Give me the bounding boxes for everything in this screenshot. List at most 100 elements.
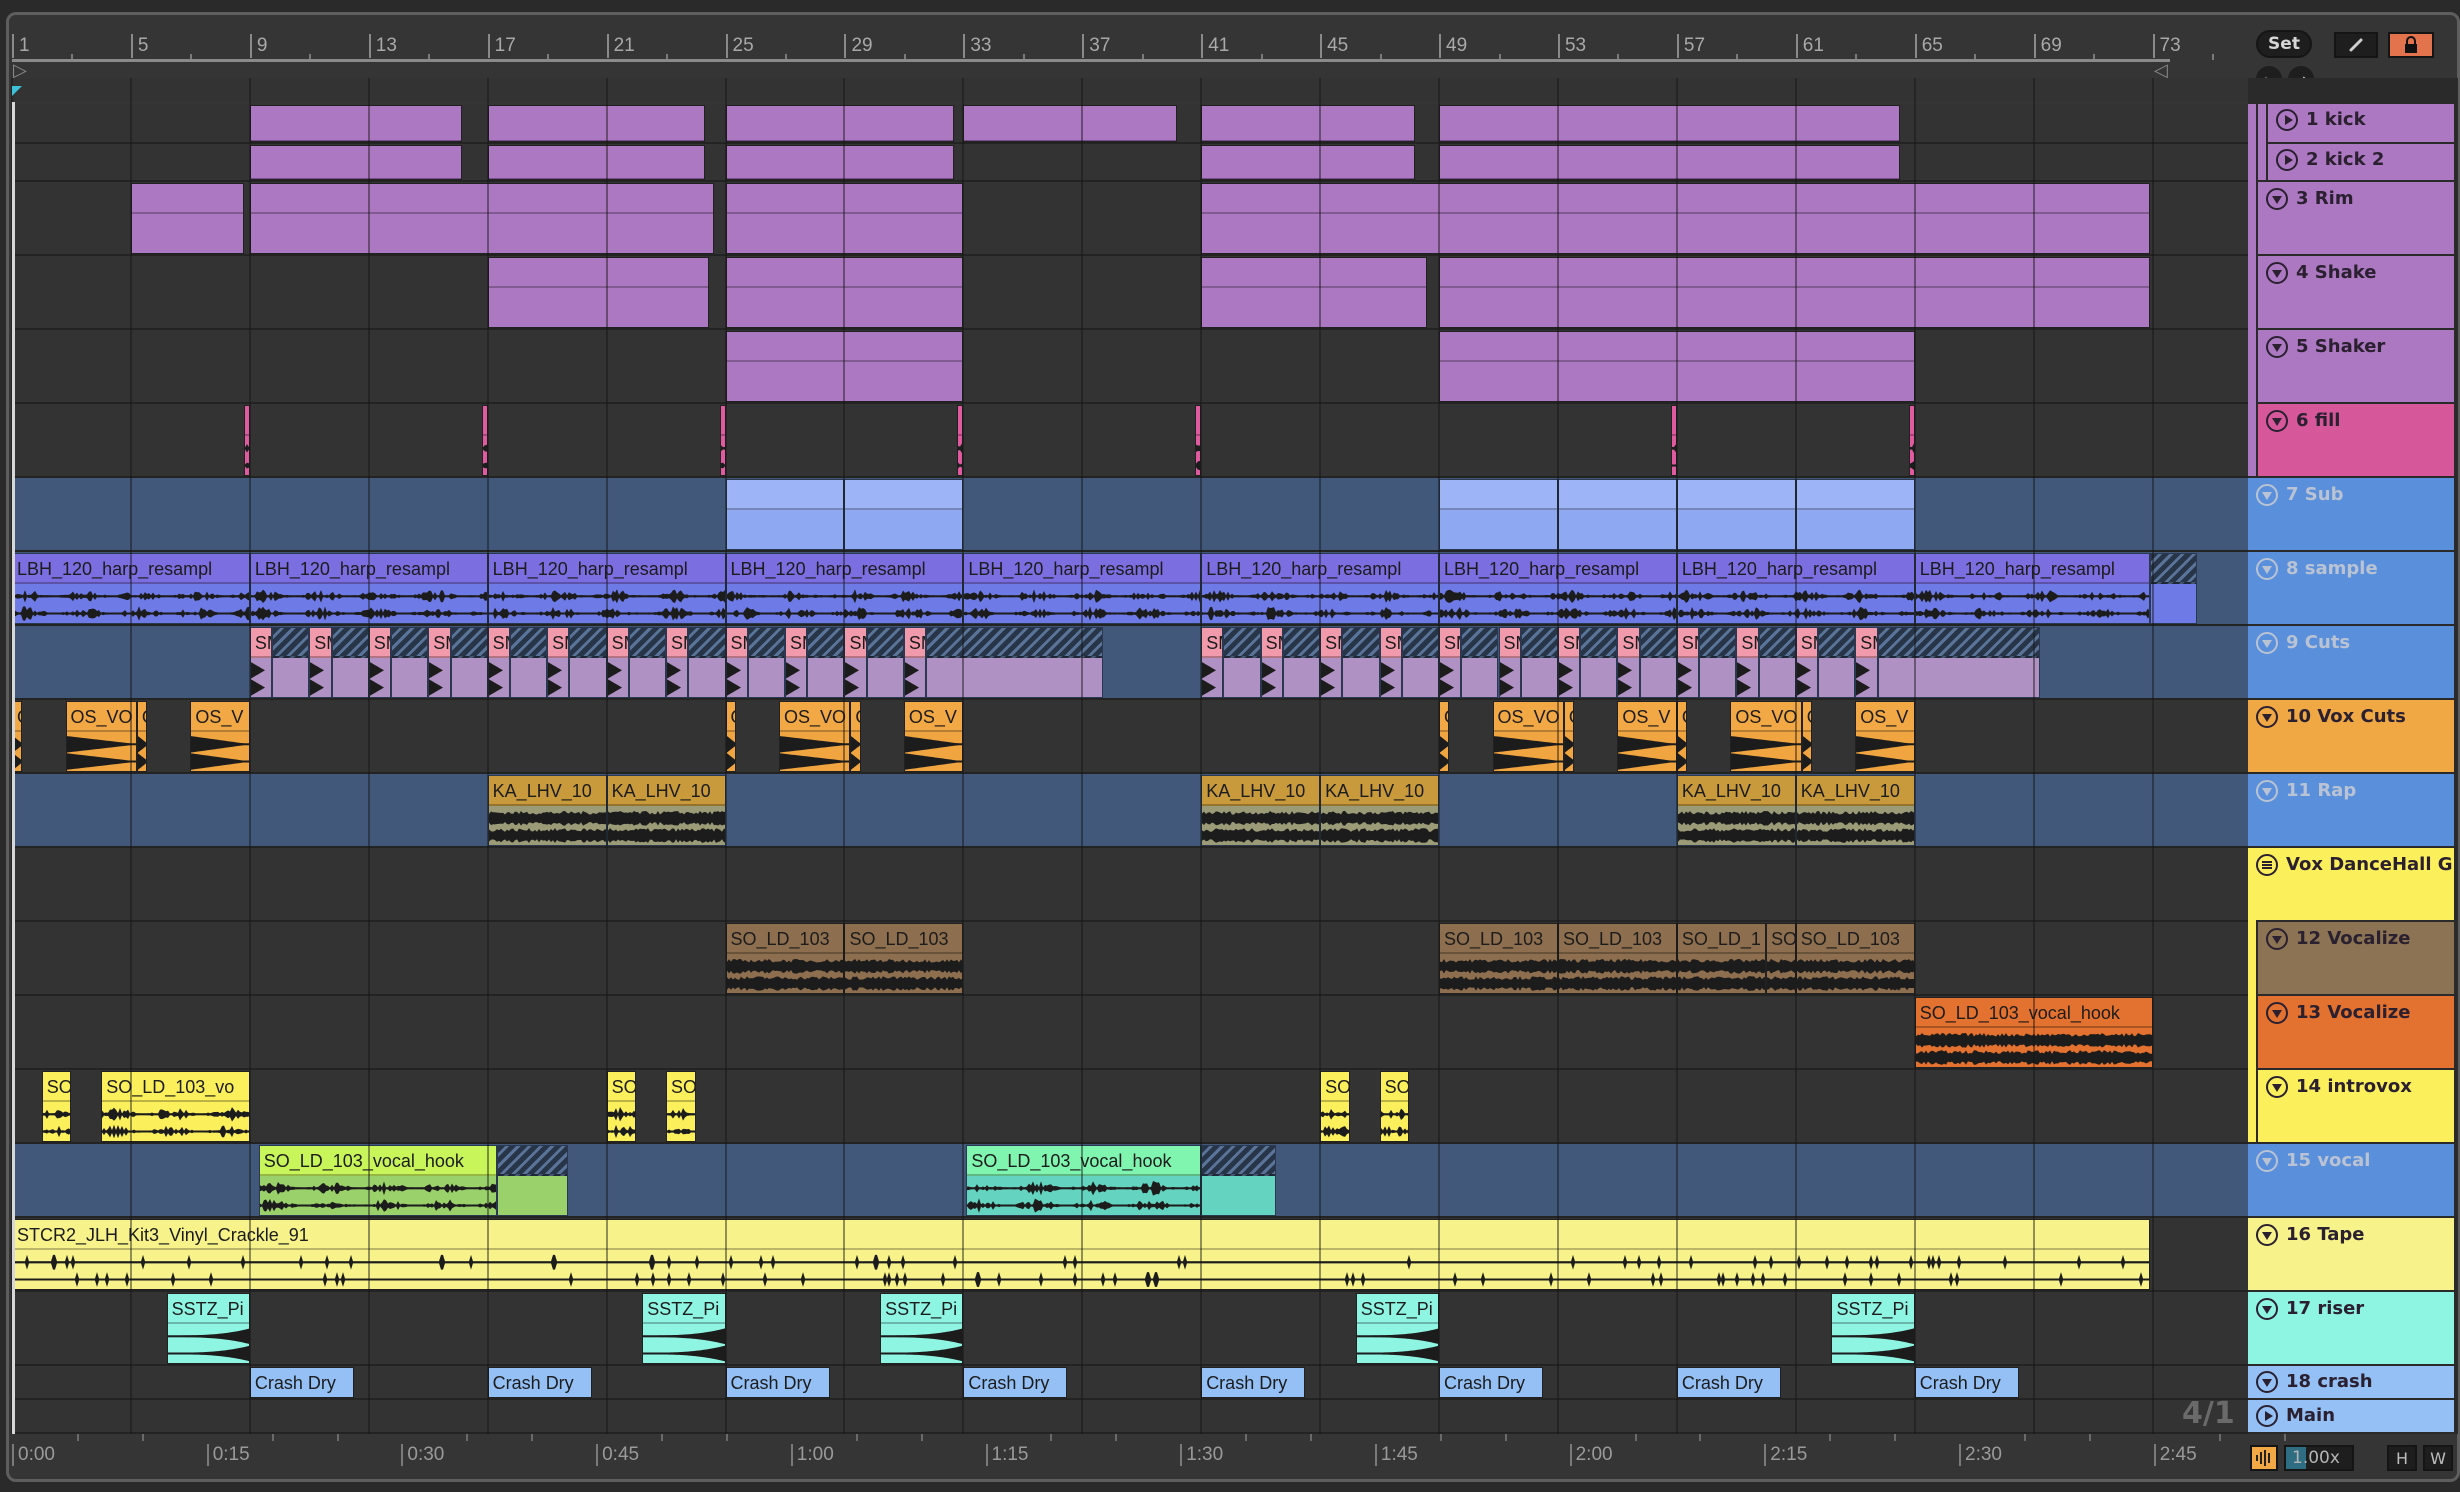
expand-track-icon[interactable] (2276, 149, 2298, 171)
fold-track-icon[interactable] (2266, 1076, 2288, 1098)
clip[interactable]: SM (547, 627, 570, 698)
clip[interactable] (844, 479, 964, 550)
clip[interactable]: O (1439, 701, 1450, 772)
clip[interactable] (725, 479, 845, 550)
clip[interactable]: SM (1676, 627, 1700, 698)
track-header[interactable]: 12 Vocalize (2258, 922, 2454, 994)
clip[interactable]: KA_LHV_10 (1676, 775, 1796, 846)
clip[interactable] (1439, 105, 1900, 142)
lock-button[interactable] (2388, 32, 2434, 58)
clip[interactable]: OS_VO (779, 701, 851, 772)
track-header[interactable]: 2 kick 2 (2268, 144, 2454, 180)
clip[interactable] (487, 257, 710, 328)
clip[interactable]: SO_LD_103 (844, 923, 964, 994)
clip[interactable] (249, 105, 463, 142)
track-header[interactable]: 6 fill (2258, 404, 2454, 476)
set-button[interactable]: Set (2256, 30, 2312, 58)
clip[interactable]: O (850, 701, 861, 772)
clip[interactable]: SM (1795, 627, 1819, 698)
clip[interactable]: Crash Dry (1676, 1367, 1781, 1398)
track-header[interactable]: Vox DanceHall G (2248, 848, 2454, 920)
track-lane[interactable] (12, 1070, 2248, 1142)
clip[interactable]: OS_V (903, 701, 964, 772)
clip[interactable]: SM (249, 627, 273, 698)
clip[interactable] (249, 145, 463, 180)
fold-track-icon[interactable] (2256, 780, 2278, 802)
clip[interactable]: SM (309, 627, 332, 698)
clip[interactable]: OS_VO (1492, 701, 1564, 772)
loop-end-marker[interactable]: ◁ (2154, 61, 2168, 79)
fold-track-icon[interactable] (2266, 262, 2288, 284)
clip[interactable]: SO (1320, 1071, 1350, 1142)
clip[interactable]: Crash Dry (963, 1367, 1068, 1398)
track-header[interactable]: 13 Vocalize (2258, 996, 2454, 1068)
track-lane[interactable] (12, 848, 2248, 920)
clip[interactable]: SO_LD_103 (725, 923, 845, 994)
track-header[interactable]: Main (2248, 1400, 2454, 1432)
clip[interactable] (1201, 257, 1428, 328)
clip[interactable]: Crash Dry (1201, 1367, 1306, 1398)
clip[interactable]: SM (784, 627, 808, 698)
track-header[interactable]: 15 vocal (2248, 1144, 2454, 1216)
clip[interactable] (1201, 105, 1416, 142)
clip[interactable]: SO_LD_103 (1439, 923, 1558, 994)
track-lane[interactable] (12, 996, 2248, 1068)
clip[interactable]: SM (725, 627, 748, 698)
clip[interactable]: SSTZ_Pi (642, 1293, 726, 1364)
clip[interactable] (249, 183, 714, 254)
clip[interactable] (1795, 479, 1915, 550)
clip[interactable]: SM (844, 627, 867, 698)
fold-track-icon[interactable] (2266, 188, 2288, 210)
clip[interactable]: KA_LHV_10 (606, 775, 726, 846)
clip[interactable]: SO_LD_1 (1676, 923, 1767, 994)
track-header[interactable]: 14 introvox (2258, 1070, 2454, 1142)
clip[interactable]: SSTZ_Pi (166, 1293, 250, 1364)
clip[interactable]: O (1676, 701, 1688, 772)
clip[interactable]: SM (1379, 627, 1402, 698)
clip[interactable]: SM (1320, 627, 1343, 698)
clip[interactable]: SO (41, 1071, 72, 1142)
expand-track-icon[interactable] (2256, 1405, 2278, 1427)
clip[interactable]: OS_VO (1730, 701, 1802, 772)
track-header[interactable]: 3 Rim (2258, 182, 2454, 254)
clip[interactable] (130, 183, 244, 254)
clip[interactable]: SSTZ_Pi (880, 1293, 964, 1364)
clip[interactable]: SM (1617, 627, 1640, 698)
clip[interactable]: SO (1766, 923, 1796, 994)
clip[interactable]: Crash Dry (725, 1367, 830, 1398)
clip[interactable]: SO_LD_103 (1557, 923, 1677, 994)
height-toggle-button[interactable]: H (2387, 1445, 2417, 1471)
clip[interactable]: O (1801, 701, 1813, 772)
clip[interactable] (1439, 479, 1558, 550)
fold-track-icon[interactable] (2266, 410, 2288, 432)
clip[interactable]: OS_V (1855, 701, 1915, 772)
track-header[interactable]: 8 sample (2248, 552, 2454, 624)
fold-track-icon[interactable] (2256, 1150, 2278, 1172)
clip[interactable]: KA_LHV_10 (487, 775, 607, 846)
clip[interactable]: SM (1260, 627, 1283, 698)
clip[interactable]: SM (1439, 627, 1462, 698)
fold-track-icon[interactable] (2256, 484, 2278, 506)
clip[interactable]: SO (666, 1071, 696, 1142)
clip[interactable] (725, 105, 955, 142)
clip[interactable]: SM (666, 627, 689, 698)
expand-track-icon[interactable] (2276, 109, 2298, 131)
clip[interactable]: SSTZ_Pi (1831, 1293, 1915, 1364)
width-toggle-button[interactable]: W (2423, 1445, 2453, 1471)
clip[interactable]: SM (428, 627, 451, 698)
fold-track-icon[interactable] (2266, 1002, 2288, 1024)
clip[interactable]: SSTZ_Pi (1355, 1293, 1440, 1364)
clip[interactable]: O (725, 701, 736, 772)
clip[interactable]: SM (1201, 627, 1224, 698)
track-header[interactable]: 10 Vox Cuts (2248, 700, 2454, 772)
clip[interactable]: O (136, 701, 148, 772)
fold-track-icon[interactable] (2266, 928, 2288, 950)
track-lane[interactable] (12, 1400, 2248, 1432)
clip[interactable]: O (1563, 701, 1575, 772)
track-header[interactable]: 18 crash (2248, 1366, 2454, 1398)
fold-track-icon[interactable] (2266, 336, 2288, 358)
clip[interactable]: SM (487, 627, 510, 698)
clip[interactable]: KA_LHV_10 (1795, 775, 1915, 846)
clip[interactable] (725, 145, 955, 180)
arrangement-lanes[interactable]: LBH_120_harp_resampl LBH_120_harp_resampl… (11, 78, 2273, 1434)
